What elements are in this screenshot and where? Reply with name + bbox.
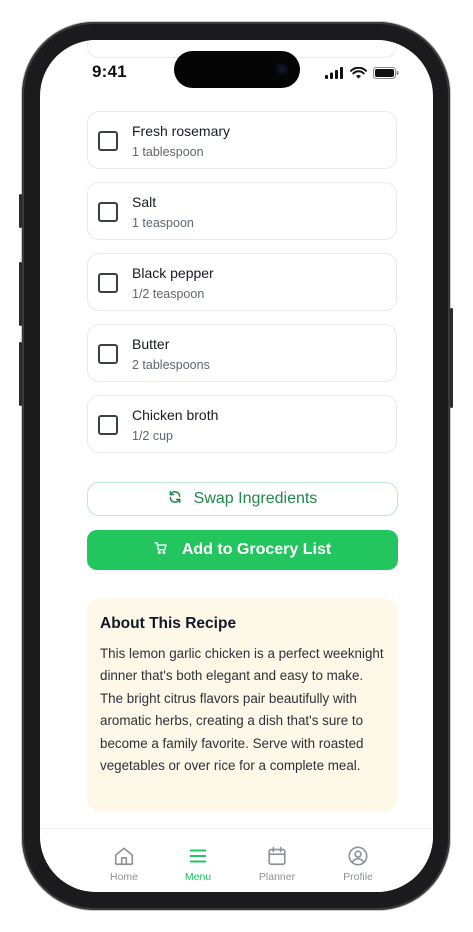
- wifi-icon: [350, 66, 367, 84]
- menu-icon: [168, 845, 228, 867]
- ingredient-checkbox[interactable]: [98, 202, 118, 222]
- camera-icon: [276, 63, 288, 75]
- refresh-icon: [168, 490, 182, 509]
- about-recipe-card: About This Recipe This lemon garlic chic…: [87, 598, 398, 812]
- status-icons: [325, 66, 399, 84]
- tab-profile-label: Profile: [343, 871, 373, 883]
- volume-down-button: [19, 342, 22, 406]
- ingredient-name: Black pepper: [132, 265, 214, 281]
- ingredient-quantity: 2 tablespoons: [132, 358, 210, 372]
- ingredient-name: Chicken broth: [132, 407, 219, 423]
- tab-menu-label: Menu: [184, 871, 212, 883]
- cart-icon: [154, 541, 168, 560]
- ingredient-name: Salt: [132, 194, 157, 210]
- app-screen: Fresh rosemary 1 tablespoon Salt 1 teasp…: [40, 40, 433, 892]
- tab-home[interactable]: Home: [94, 845, 154, 883]
- about-recipe-text: This lemon garlic chicken is a perfect w…: [100, 646, 384, 774]
- ingredient-quantity: 1 tablespoon: [132, 145, 204, 159]
- ingredient-name: Fresh rosemary: [132, 123, 231, 139]
- home-icon: [94, 845, 154, 867]
- volume-up-button: [19, 262, 22, 326]
- tab-home-label: Home: [109, 871, 138, 883]
- dynamic-island: [174, 51, 300, 88]
- ingredient-card[interactable]: Black pepper 1/2 teaspoon: [87, 253, 397, 311]
- about-recipe-title: About This Recipe: [100, 615, 237, 632]
- tab-menu[interactable]: Menu: [168, 845, 228, 883]
- ingredient-checkbox[interactable]: [98, 415, 118, 435]
- ingredient-checkbox[interactable]: [98, 344, 118, 364]
- ingredient-checkbox[interactable]: [98, 131, 118, 151]
- ingredient-card[interactable]: Fresh rosemary 1 tablespoon: [87, 111, 397, 169]
- battery-icon: [373, 66, 399, 84]
- ingredient-card[interactable]: Butter 2 tablespoons: [87, 324, 397, 382]
- status-time: 9:41: [92, 62, 127, 81]
- ingredient-card[interactable]: Salt 1 teaspoon: [87, 182, 397, 240]
- tab-profile[interactable]: Profile: [328, 845, 388, 883]
- ingredient-checkbox[interactable]: [98, 273, 118, 293]
- add-to-grocery-list-button[interactable]: Add to Grocery List: [87, 530, 398, 570]
- signal-icon: [325, 66, 344, 84]
- action-button: [19, 194, 22, 228]
- ingredient-quantity: 1/2 teaspoon: [132, 287, 205, 301]
- ingredient-card[interactable]: Chicken broth 1/2 cup: [87, 395, 397, 453]
- bottom-tab-bar: Home Menu Planner Profile: [40, 828, 433, 892]
- swap-ingredients-button[interactable]: Swap Ingredients: [87, 482, 398, 516]
- swap-ingredients-label: Swap Ingredients: [193, 490, 318, 507]
- ingredient-quantity: 1 teaspoon: [132, 216, 194, 230]
- tab-planner-label: Planner: [258, 871, 296, 883]
- add-to-grocery-list-label: Add to Grocery List: [181, 541, 332, 558]
- recipe-content[interactable]: Fresh rosemary 1 tablespoon Salt 1 teasp…: [40, 40, 433, 828]
- ingredient-quantity: 1/2 cup: [132, 429, 174, 443]
- calendar-icon: [247, 845, 307, 867]
- profile-icon: [328, 845, 388, 867]
- power-button: [450, 308, 453, 408]
- ingredient-name: Butter: [132, 336, 170, 352]
- tab-planner[interactable]: Planner: [247, 845, 307, 883]
